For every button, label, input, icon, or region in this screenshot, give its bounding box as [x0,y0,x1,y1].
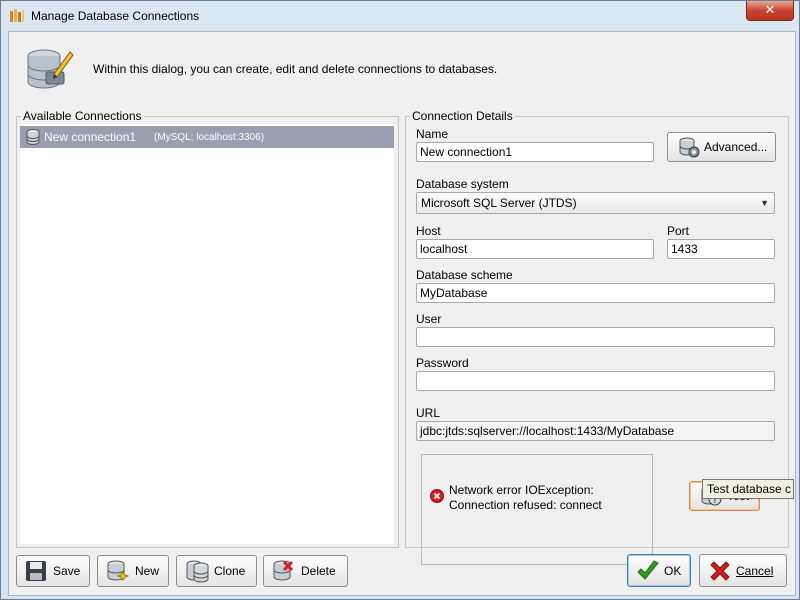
dbsystem-value: Microsoft SQL Server (JTDS) [421,196,577,210]
dbsystem-select[interactable]: Microsoft SQL Server (JTDS) ▼ [416,192,775,214]
delete-button-label: Delete [301,564,336,578]
name-input[interactable]: New connection1 [416,142,654,162]
database-add-icon [107,560,130,581]
connection-detail: (MySQL; localhost:3306) [154,132,265,143]
save-button[interactable]: Save [16,555,90,587]
scheme-input[interactable]: MyDatabase [416,283,775,303]
advanced-button[interactable]: Advanced... [667,132,776,162]
name-label: Name [416,127,449,141]
cancel-button-label: Cancel [736,563,774,578]
error-line-2: Connection refused: connect [449,498,602,512]
error-line-1: Network error IOException: [449,483,594,497]
clone-button-label: Clone [214,564,246,578]
available-connections-legend: Available Connections [21,109,144,123]
user-input[interactable] [416,327,775,347]
cancel-button[interactable]: Cancel [699,554,787,587]
error-icon [430,489,444,503]
url-input[interactable]: jdbc:jtds:sqlserver://localhost:1433/MyD… [416,421,775,441]
list-item[interactable]: New connection1 (MySQL; localhost:3306) [20,126,394,148]
dialog-body: Within this dialog, you can create, edit… [8,31,796,596]
dialog-window: Manage Database Connections ✕ Within thi… [0,0,800,600]
test-result-box: Network error IOException: Connection re… [421,454,653,565]
new-button[interactable]: New [97,555,169,587]
error-message: Network error IOException: Connection re… [449,483,602,513]
user-label: User [416,312,442,326]
ok-button[interactable]: OK [627,554,691,587]
database-clone-icon [186,560,209,583]
host-label: Host [416,224,441,238]
connection-name: New connection1 [44,130,137,144]
test-button-tooltip: Test database c [702,479,794,499]
ok-button-label: OK [664,563,682,578]
checkmark-icon [637,559,659,580]
dbsystem-label: Database system [416,177,509,191]
window-title: Manage Database Connections [31,9,200,23]
close-icon: ✕ [764,2,776,17]
header-description: Within this dialog, you can create, edit… [93,62,498,76]
title-bar[interactable]: Manage Database Connections ✕ [1,1,799,31]
host-input[interactable]: localhost [416,239,654,259]
port-input[interactable]: 1433 [667,239,775,259]
url-label: URL [416,406,441,420]
port-label: Port [667,224,690,238]
cancel-x-icon [710,560,730,581]
advanced-button-label: Advanced... [704,140,768,154]
database-delete-icon [273,560,294,581]
close-button[interactable]: ✕ [746,1,794,21]
floppy-disk-icon [26,561,46,581]
chevron-down-icon: ▼ [760,198,769,208]
connection-details-legend: Connection Details [410,109,515,123]
delete-button[interactable]: Delete [263,555,348,587]
password-label: Password [416,356,469,370]
scheme-label: Database scheme [416,268,513,282]
connections-list[interactable]: New connection1 (MySQL; localhost:3306) [20,124,394,544]
database-settings-icon [679,137,700,158]
database-edit-icon [27,49,74,89]
app-icon [10,9,24,22]
database-icon [26,129,40,145]
save-button-label: Save [53,564,81,578]
password-input[interactable] [416,371,775,391]
new-button-label: New [135,564,160,578]
clone-button[interactable]: Clone [176,555,257,587]
